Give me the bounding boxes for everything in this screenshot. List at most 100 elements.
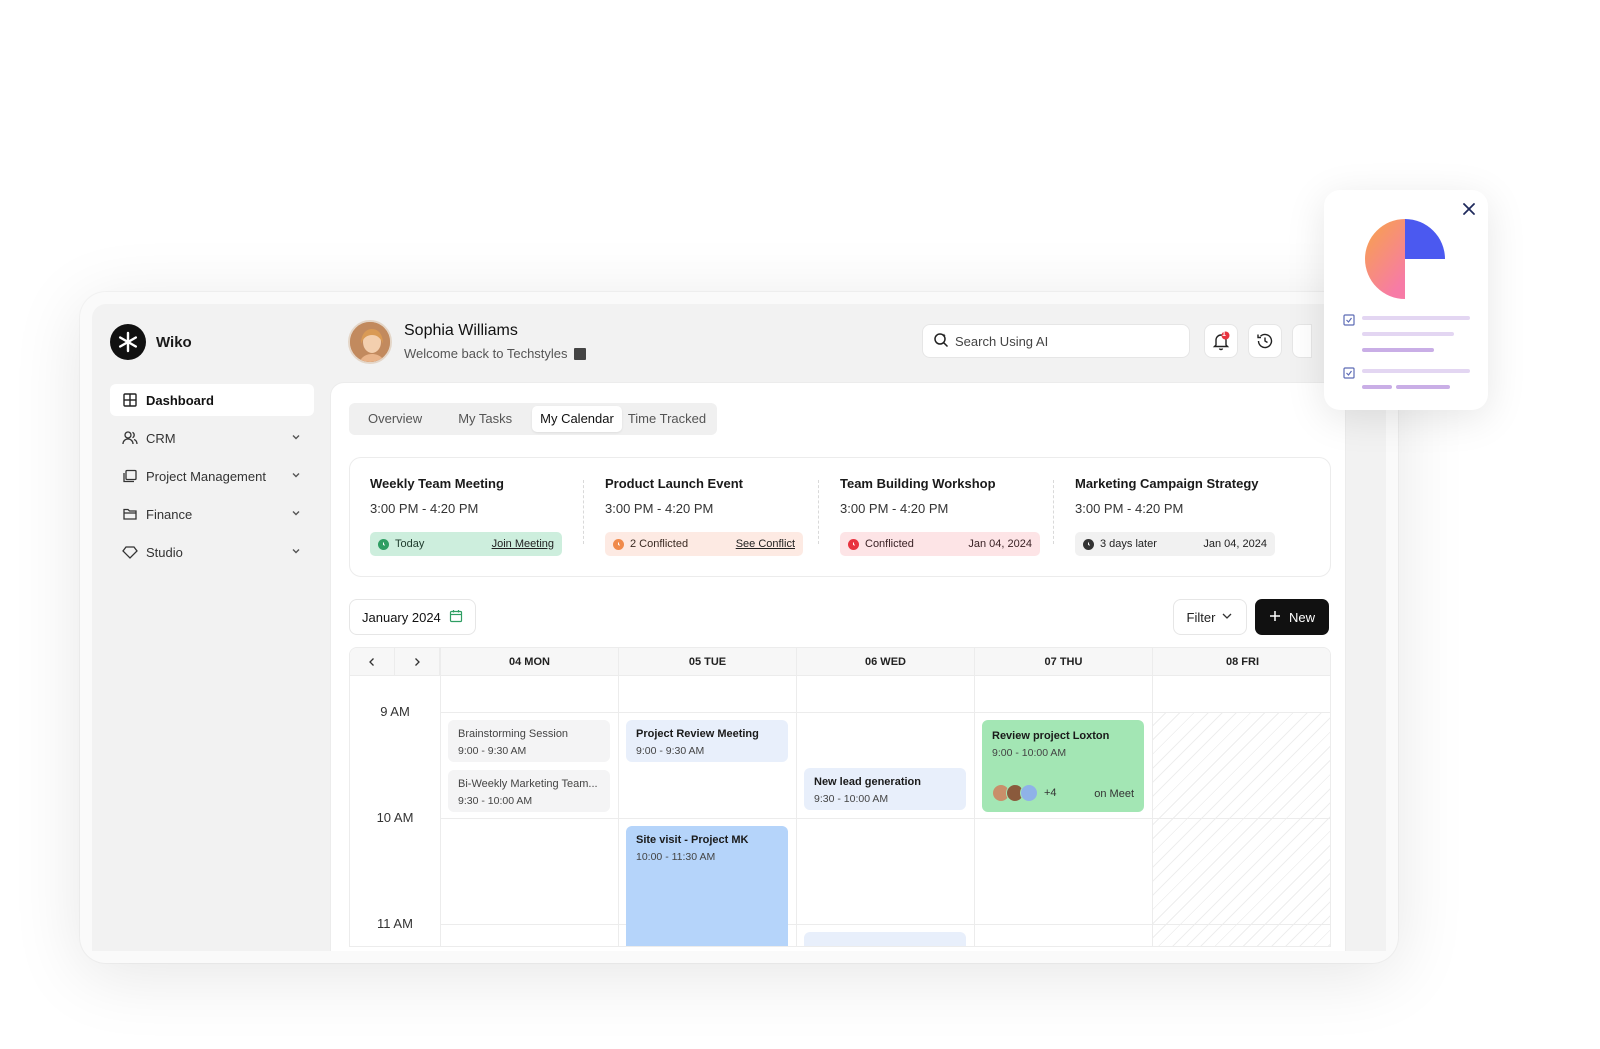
event-title: New lead generation [814,776,921,788]
calendar-event[interactable]: Project Review Meeting 9:00 - 9:30 AM [626,720,788,762]
app-window: Wiko Dashboard CRM Project Management Fi… [80,292,1398,963]
time-label: 11 AM [377,916,413,931]
sidebar-item-label: Finance [146,506,193,522]
calendar-event[interactable]: Brainstorming Session 9:00 - 9:30 AM [448,720,610,762]
day-header[interactable]: 07 THU [974,648,1152,676]
event-date: Jan 04, 2024 [1203,538,1267,550]
meeting-location: on Meet [1094,788,1134,800]
column-divider [618,676,619,946]
chevron-right-icon[interactable] [395,648,440,676]
filter-button[interactable]: Filter [1173,599,1247,635]
search-input[interactable] [955,333,1175,349]
month-picker[interactable]: January 2024 [349,599,476,635]
clock-icon [613,538,624,550]
notifications-button[interactable]: 1 [1204,324,1238,358]
day-header[interactable]: 04 MON [440,648,618,676]
attendee-avatars[interactable]: +4 [992,784,1057,802]
chevron-down-icon[interactable] [290,469,302,481]
welcome-message: Welcome back to Techstyles [404,346,586,361]
search-box[interactable] [922,324,1190,358]
calendar-event[interactable]: Bi-Weekly Marketing Team... 9:30 - 10:00… [448,770,610,812]
top-header: Sophia Williams Welcome back to Techstyl… [348,320,1386,368]
upcoming-events: Weekly Team Meeting 3:00 PM - 4:20 PM To… [349,457,1331,577]
pie-chart-icon [1365,219,1445,299]
event-time: 9:00 - 9:30 AM [636,745,705,757]
calendar-event[interactable]: New lead generation 9:30 - 10:00 AM [804,768,966,810]
floating-widget[interactable] [1324,190,1488,410]
event-time: 9:30 - 10:00 AM [814,793,889,805]
close-icon[interactable] [1462,202,1476,221]
event-title: Product Launch Event [605,476,743,491]
see-conflict-link[interactable]: See Conflict [736,538,795,550]
history-button[interactable] [1248,324,1282,358]
calendar-header: 04 MON 05 TUE 06 WED 07 THU 08 FRI [350,648,1330,676]
search-icon [933,332,949,351]
join-meeting-link[interactable]: Join Meeting [492,538,554,550]
avatar[interactable] [348,320,392,364]
sidebar-item-label: Studio [146,544,183,560]
calendar-grid: 04 MON 05 TUE 06 WED 07 THU 08 FRI 9 AM … [349,647,1331,947]
event-title: Team Building Workshop [840,476,996,491]
month-label: January 2024 [362,609,441,625]
event-time: 3:00 PM - 4:20 PM [1075,501,1184,516]
main-panel: Overview My Tasks My Calendar Time Track… [330,382,1346,951]
app-shell: Wiko Dashboard CRM Project Management Fi… [92,304,1386,951]
event-time: 9:30 - 10:00 AM [458,795,533,807]
chevron-down-icon[interactable] [290,545,302,557]
sidebar-item-label: Project Management [146,468,266,484]
tab-time-tracked[interactable]: Time Tracked [626,406,714,432]
bell-icon [1212,331,1230,351]
status-badge: 2 Conflicted See Conflict [605,532,803,556]
unavailable-hatch [1153,712,1330,946]
column-divider [440,676,441,946]
column-divider [974,676,975,946]
sidebar-item-project-management[interactable]: Project Management [110,460,314,492]
new-button[interactable]: New [1255,599,1329,635]
sidebar-item-crm[interactable]: CRM [110,422,314,454]
day-header[interactable]: 08 FRI [1152,648,1330,676]
event-title: Review project Loxton [992,730,1110,742]
event-card[interactable]: Team Building Workshop 3:00 PM - 4:20 PM… [818,476,1075,558]
folders-icon [122,468,138,484]
welcome-text: Welcome back to Techstyles [404,346,568,361]
sidebar-item-studio[interactable]: Studio [110,536,314,568]
calendar-event[interactable] [804,932,966,946]
clock-history-icon [1257,333,1273,349]
list-line [1362,385,1392,389]
event-title: Site visit - Project MK [636,834,749,846]
sidebar-item-dashboard[interactable]: Dashboard [110,384,314,416]
chevron-left-icon[interactable] [350,648,395,676]
clock-icon [848,538,859,550]
chevron-down-icon [1221,610,1233,625]
event-time: 3:00 PM - 4:20 PM [840,501,949,516]
event-title: Bi-Weekly Marketing Team... [458,778,598,790]
chevron-down-icon[interactable] [290,431,302,443]
calendar-toolbar: January 2024 Filter New [349,599,1329,635]
square-icon [573,347,586,360]
event-time: 9:00 - 9:30 AM [458,745,527,757]
event-time: 9:00 - 10:00 AM [992,747,1067,759]
status-badge: Conflicted Jan 04, 2024 [840,532,1040,556]
brand[interactable]: Wiko [110,324,314,360]
calendar-event[interactable]: Site visit - Project MK 10:00 - 11:30 AM [626,826,788,946]
tab-my-tasks[interactable]: My Tasks [442,406,528,432]
week-navigation [350,648,440,676]
day-header[interactable]: 06 WED [796,648,974,676]
event-card[interactable]: Product Launch Event 3:00 PM - 4:20 PM 2… [583,476,840,558]
plus-icon [1269,610,1281,625]
calendar-event[interactable]: Review project Loxton 9:00 - 10:00 AM +4… [982,720,1144,812]
event-title: Weekly Team Meeting [370,476,504,491]
event-title: Project Review Meeting [636,728,759,740]
status-badge: Today Join Meeting [370,532,562,556]
time-label: 10 AM [376,810,414,825]
more-button[interactable] [1292,324,1312,358]
event-card[interactable]: Marketing Campaign Strategy 3:00 PM - 4:… [1053,476,1310,558]
status-text: Conflicted [865,538,914,550]
day-header[interactable]: 05 TUE [618,648,796,676]
tab-my-calendar[interactable]: My Calendar [532,406,622,432]
event-card[interactable]: Weekly Team Meeting 3:00 PM - 4:20 PM To… [370,476,605,558]
tab-overview[interactable]: Overview [352,406,438,432]
chevron-down-icon[interactable] [290,507,302,519]
event-time: 10:00 - 11:30 AM [636,851,716,863]
sidebar-item-finance[interactable]: Finance [110,498,314,530]
